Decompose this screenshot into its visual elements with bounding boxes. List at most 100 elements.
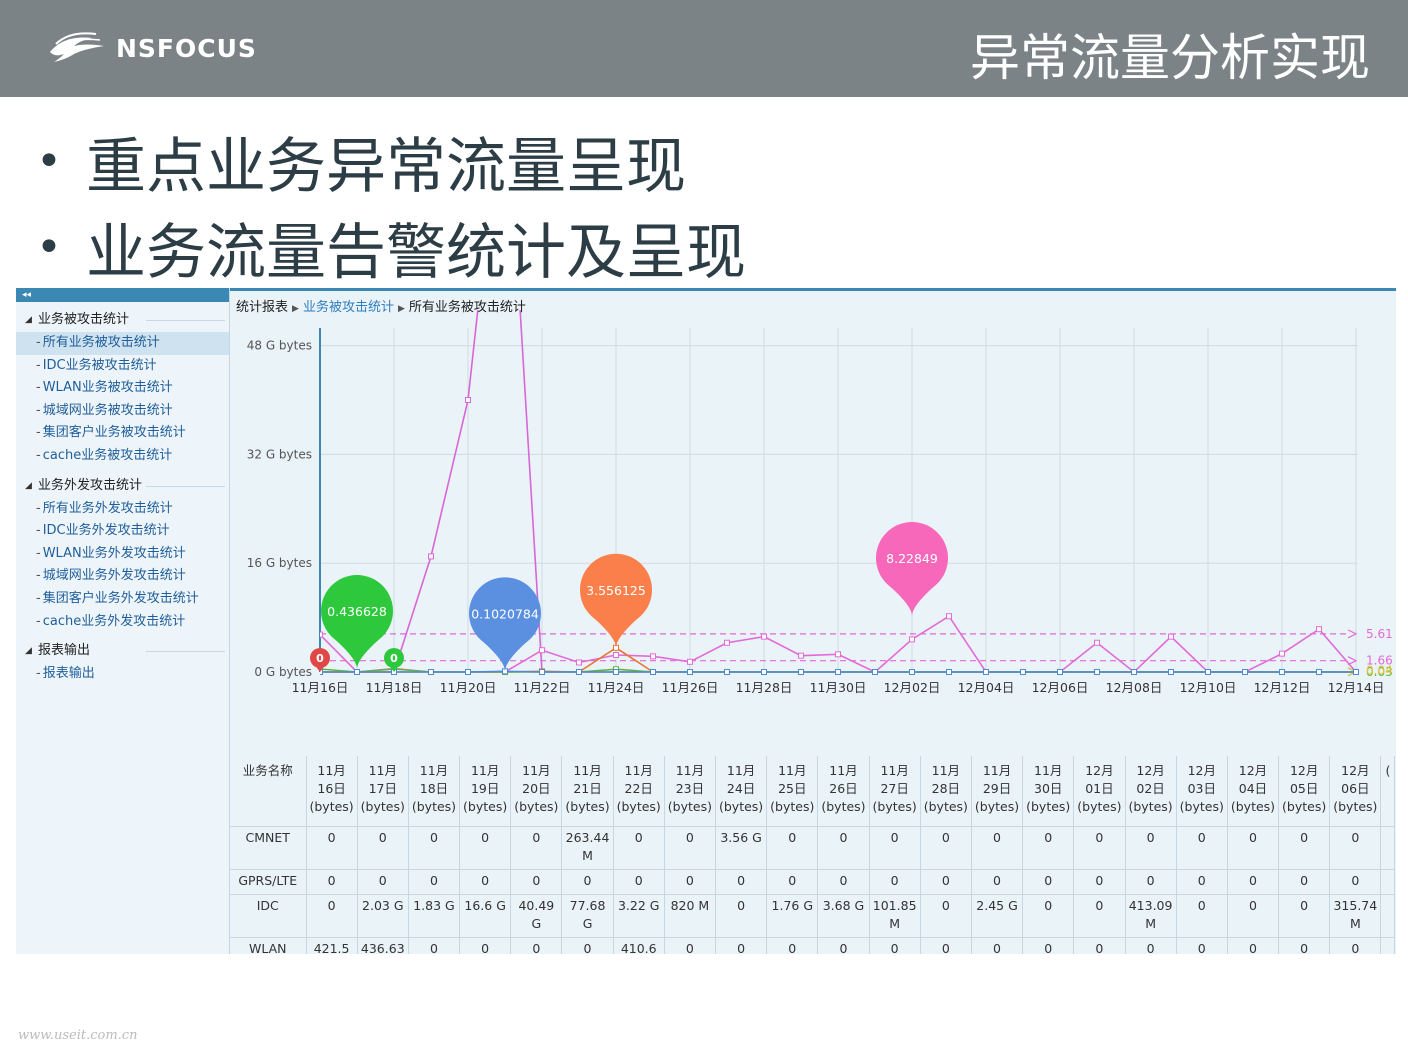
column-header-date[interactable]: 11月 20日 (bytes) xyxy=(510,756,563,827)
series-point[interactable] xyxy=(946,613,952,620)
series-point[interactable] xyxy=(798,652,804,659)
series-point[interactable] xyxy=(465,669,471,675)
series-point[interactable] xyxy=(1168,633,1174,640)
series-point[interactable] xyxy=(428,553,434,560)
series-point[interactable] xyxy=(428,669,434,675)
table-cell: 410.6 xyxy=(613,937,665,954)
sidebar-item-cache-attacked[interactable]: - cache业务被攻击统计 xyxy=(16,445,229,468)
column-header-date[interactable]: 11月 18日 (bytes) xyxy=(408,756,461,827)
sidebar-item-all-outbound[interactable]: - 所有业务外发攻击统计 xyxy=(16,498,229,521)
sidebar-item-all-attacked[interactable]: - 所有业务被攻击统计 xyxy=(16,332,229,355)
table-cell xyxy=(1380,826,1396,870)
series-point[interactable] xyxy=(946,669,952,675)
series-point[interactable] xyxy=(687,658,693,665)
column-header-date[interactable]: 12月 04日 (bytes) xyxy=(1227,756,1280,827)
column-header-line: 20日 xyxy=(522,781,551,796)
series-point[interactable] xyxy=(1094,669,1100,675)
series-point[interactable] xyxy=(1131,669,1137,675)
sidebar-item-cache-outbound[interactable]: - cache业务外发攻击统计 xyxy=(16,611,229,634)
column-header-date[interactable]: 11月 25日 (bytes) xyxy=(766,756,819,827)
sidebar-group-label: 业务外发攻击统计 xyxy=(38,477,143,493)
column-header-name[interactable]: 业务名称 xyxy=(230,756,307,827)
sidebar-item-metro-attacked[interactable]: - 城域网业务被攻击统计 xyxy=(16,400,229,423)
column-header-date[interactable]: 12月 06日 (bytes) xyxy=(1329,756,1382,827)
table-cell: 0 xyxy=(613,869,665,895)
series-point[interactable] xyxy=(576,669,582,675)
series-point[interactable] xyxy=(761,669,767,675)
sidebar-group-report[interactable]: ◢ 报表输出 xyxy=(16,639,229,663)
series-point[interactable] xyxy=(1279,669,1285,675)
series-point[interactable] xyxy=(613,652,619,658)
series-point[interactable] xyxy=(724,669,730,675)
column-header-date[interactable]: 11月 28日 (bytes) xyxy=(920,756,972,827)
column-header-line: 02日 xyxy=(1136,781,1165,796)
sidebar-item-wlan-outbound[interactable]: - WLAN业务外发攻击统计 xyxy=(16,543,229,566)
column-header-date[interactable]: 11月 22日 (bytes) xyxy=(613,756,665,827)
series-point[interactable] xyxy=(650,669,656,675)
series-point[interactable] xyxy=(1205,669,1211,675)
main-panel: 统计报表 ▶ 业务被攻击统计 ▶ 所有业务被攻击统计 48 G bytes 32 G by… xyxy=(230,288,1396,954)
series-point[interactable] xyxy=(1057,669,1063,675)
column-header-date[interactable]: 12月 03日 (bytes) xyxy=(1176,756,1228,827)
series-point[interactable] xyxy=(1094,639,1100,646)
series-point[interactable] xyxy=(835,669,841,675)
sidebar-item-group-client-attacked[interactable]: - 集团客户业务被攻击统计 xyxy=(16,422,229,445)
panel-top-border xyxy=(230,288,1396,291)
sidebar-item-report-export[interactable]: - 报表输出 xyxy=(16,663,229,686)
sidebar-group-outbound[interactable]: ◢ 业务外发攻击统计 xyxy=(16,474,229,498)
series-point[interactable] xyxy=(354,669,360,675)
table-cell: 0 xyxy=(408,937,461,954)
column-header-date[interactable]: 11月 29日 (bytes) xyxy=(971,756,1024,827)
sidebar-group-attacked[interactable]: ◢ 业务被攻击统计 xyxy=(16,308,229,332)
column-header-date[interactable]: 11月 17日 (bytes) xyxy=(357,756,409,827)
table-cell: 0 xyxy=(459,869,512,895)
series-point[interactable] xyxy=(724,639,730,646)
sidebar-item-idc-outbound[interactable]: - IDC业务外发攻击统计 xyxy=(16,520,229,543)
series-point[interactable] xyxy=(318,631,323,638)
series-point[interactable] xyxy=(983,669,989,675)
series-point[interactable] xyxy=(465,397,471,403)
series-point[interactable] xyxy=(872,669,878,675)
series-point[interactable] xyxy=(650,653,656,660)
arrow-right-icon xyxy=(1347,629,1358,639)
sidebar-item-idc-attacked[interactable]: - IDC业务被攻击统计 xyxy=(16,355,229,378)
y-tick-label: 48 G bytes xyxy=(247,339,312,353)
series-point[interactable] xyxy=(1279,650,1285,657)
sidebar-collapse-button[interactable]: ◂◂ xyxy=(16,288,229,302)
series-point[interactable] xyxy=(539,647,545,654)
column-header-line: 28日 xyxy=(931,781,961,796)
column-header-date[interactable]: 11月 21日 (bytes) xyxy=(561,756,614,827)
column-header-date[interactable]: 11月 16日 (bytes) xyxy=(306,756,358,827)
sidebar-item-wlan-attacked[interactable]: - WLAN业务被攻击统计 xyxy=(16,377,229,400)
column-header-date[interactable]: 11月 24日 (bytes) xyxy=(715,756,768,827)
sidebar-item-group-client-outbound[interactable]: - 集团客户业务外发攻击统计 xyxy=(16,588,229,611)
series-point[interactable] xyxy=(687,669,693,675)
series-point[interactable] xyxy=(798,669,804,675)
column-header-line: 11月 xyxy=(1034,763,1063,778)
series-point[interactable] xyxy=(1316,669,1322,675)
sidebar-item-label: 集团客户业务外发攻击统计 xyxy=(42,590,199,606)
column-header-date[interactable]: 11月 19日 (bytes) xyxy=(459,756,512,827)
series-point[interactable] xyxy=(1353,669,1359,675)
column-header-date[interactable]: 11月 27日 (bytes) xyxy=(869,756,921,827)
column-header-date[interactable]: 12月 02日 (bytes) xyxy=(1125,756,1177,827)
column-header-date[interactable]: 12月 05日 (bytes) xyxy=(1278,756,1331,827)
series-point[interactable] xyxy=(1020,669,1026,675)
column-header-date[interactable]: 12月 01日 (bytes) xyxy=(1073,756,1126,827)
column-header-date[interactable]: 11月 23日 (bytes) xyxy=(664,756,717,827)
column-header-date[interactable]: 11月 26日 (bytes) xyxy=(817,756,870,827)
series-point[interactable] xyxy=(909,669,915,675)
series-point[interactable] xyxy=(761,633,767,640)
column-header-date[interactable]: 11月 30日 (bytes) xyxy=(1022,756,1075,827)
series-point[interactable] xyxy=(539,669,545,675)
column-header-date[interactable]: ( xyxy=(1380,756,1396,827)
sidebar-item-metro-outbound[interactable]: - 城域网业务外发攻击统计 xyxy=(16,565,229,588)
series-point[interactable] xyxy=(1316,626,1322,633)
series-point[interactable] xyxy=(835,651,841,658)
series-point[interactable] xyxy=(1242,669,1248,675)
series-point[interactable] xyxy=(613,669,619,675)
series-point[interactable] xyxy=(909,636,915,643)
table-cell: 315.74 M xyxy=(1329,894,1382,938)
series-point[interactable] xyxy=(1168,669,1174,675)
series-point[interactable] xyxy=(576,659,582,666)
